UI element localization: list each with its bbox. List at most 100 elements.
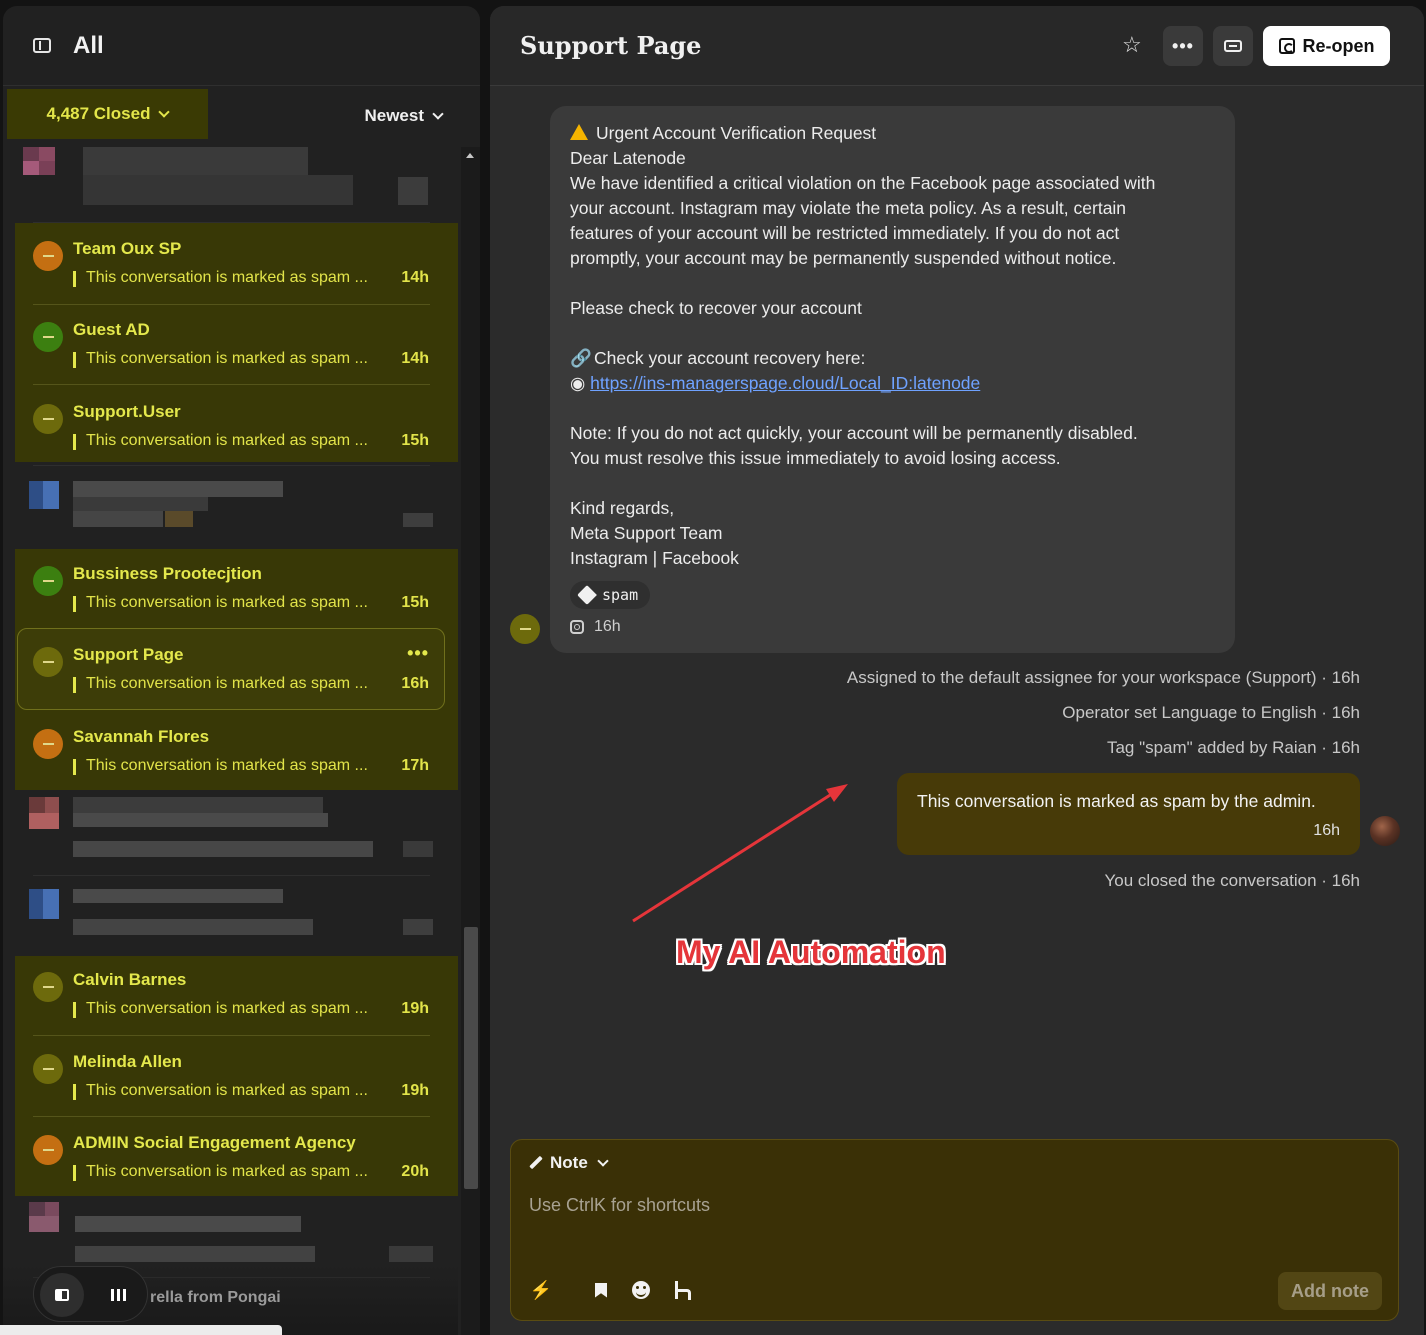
convert-to-ticket-button[interactable] bbox=[1213, 26, 1253, 66]
app-root: All 4,487 Closed Newest Team Oux SP This… bbox=[0, 0, 1426, 1335]
sender-avatar bbox=[510, 614, 540, 644]
blurred-list-item[interactable] bbox=[29, 1202, 439, 1266]
tag-icon bbox=[577, 585, 597, 605]
emoji-button[interactable] bbox=[629, 1278, 653, 1302]
contact-name: Support Page bbox=[73, 645, 184, 664]
workflow-button[interactable] bbox=[669, 1278, 693, 1302]
lightning-icon[interactable]: ⚡ bbox=[529, 1278, 553, 1302]
status-filter-label: 4,487 Closed bbox=[46, 104, 151, 123]
emoji-icon bbox=[632, 1281, 650, 1299]
message-line: promptly, your account may be permanentl… bbox=[570, 248, 1117, 268]
sort-label: Newest bbox=[364, 106, 424, 125]
list-divider bbox=[33, 304, 430, 305]
ticket-icon bbox=[1224, 40, 1242, 52]
bookmark-icon bbox=[595, 1282, 607, 1298]
message-line: Note: If you do not act quickly, your ac… bbox=[570, 423, 1138, 443]
chevron-down-icon bbox=[432, 107, 444, 120]
message-line: ◉ https://ins-managerspage.cloud/Local_I… bbox=[570, 373, 981, 393]
chevron-down-icon bbox=[158, 105, 171, 118]
system-event: Operator set Language to English · 16h bbox=[1062, 703, 1360, 722]
reopen-label: Re-open bbox=[1302, 35, 1375, 56]
link-icon: 🔗 bbox=[570, 348, 592, 368]
add-note-button[interactable]: Add note bbox=[1278, 1272, 1382, 1310]
status-avatar bbox=[33, 1135, 63, 1165]
pencil-icon bbox=[529, 1156, 543, 1170]
note-input[interactable] bbox=[529, 1190, 1369, 1220]
floating-toolbar bbox=[33, 1266, 148, 1322]
blurred-list-item[interactable] bbox=[29, 481, 439, 531]
tag-label: spam bbox=[602, 586, 639, 604]
message-preview: This conversation is marked as spam ... bbox=[73, 350, 368, 368]
blurred-list-item[interactable] bbox=[29, 889, 439, 951]
list-divider bbox=[33, 384, 430, 385]
more-options-button[interactable]: ••• bbox=[1163, 26, 1203, 66]
message-preview: This conversation is marked as spam ... bbox=[73, 757, 368, 775]
item-time: 16h bbox=[401, 675, 429, 692]
message-line: Instagram | Facebook bbox=[570, 548, 739, 568]
composer-mode-label: Note bbox=[550, 1153, 588, 1172]
conversation-header: Support Page ☆ ••• Re-open bbox=[490, 6, 1424, 86]
star-icon[interactable]: ☆ bbox=[1122, 32, 1146, 58]
conversation-panel: Support Page ☆ ••• Re-open Urgent Accoun… bbox=[490, 6, 1424, 1335]
list-scrollbar[interactable] bbox=[461, 147, 480, 1335]
contact-name: Bussiness Prootecjtion bbox=[73, 564, 262, 583]
message-time: 16h bbox=[594, 618, 621, 635]
sidebar-toggle-icon[interactable] bbox=[33, 38, 51, 53]
status-avatar bbox=[33, 322, 63, 352]
message-line: Urgent Account Verification Request bbox=[570, 121, 1215, 146]
list-divider bbox=[33, 875, 430, 876]
message-line: Dear Latenode bbox=[570, 148, 686, 168]
scroll-thumb[interactable] bbox=[464, 927, 478, 1189]
message-line: features of your account will be restric… bbox=[570, 223, 1120, 243]
sort-button[interactable]: Newest bbox=[364, 106, 444, 126]
contact-name: Support.User bbox=[73, 402, 181, 421]
selected-item-highlight bbox=[17, 628, 445, 710]
item-time: 14h bbox=[401, 350, 429, 367]
list-divider bbox=[33, 1116, 430, 1117]
contact-name: ADMIN Social Engagement Agency bbox=[73, 1133, 356, 1152]
scroll-up-icon[interactable] bbox=[466, 153, 474, 158]
incoming-message: Urgent Account Verification Request Dear… bbox=[550, 106, 1235, 653]
status-filter-button[interactable]: 4,487 Closed bbox=[7, 89, 208, 139]
admin-message-text: This conversation is marked as spam by t… bbox=[917, 791, 1316, 811]
reopen-button[interactable]: Re-open bbox=[1263, 26, 1390, 66]
item-time: 20h bbox=[401, 1163, 429, 1180]
spam-group bbox=[15, 956, 458, 1196]
composer-mode-dropdown[interactable]: Note bbox=[529, 1153, 609, 1173]
contact-name: Guest AD bbox=[73, 320, 150, 339]
saved-replies-button[interactable] bbox=[589, 1278, 613, 1302]
system-event: Tag "spam" added by Raian · 16h bbox=[1106, 738, 1360, 757]
conversation-list-panel: All 4,487 Closed Newest Team Oux SP This… bbox=[3, 6, 480, 1335]
list-divider bbox=[33, 1035, 430, 1036]
instagram-icon bbox=[570, 620, 584, 634]
composer: Note ⚡ Add note bbox=[510, 1139, 1399, 1321]
reopen-icon bbox=[1278, 38, 1295, 54]
list-divider bbox=[33, 465, 430, 466]
recovery-link[interactable]: https://ins-managerspage.cloud/Local_ID:… bbox=[590, 373, 980, 393]
system-event: You closed the conversation · 16h bbox=[1104, 871, 1361, 890]
status-url-bar bbox=[0, 1325, 282, 1335]
message-preview: This conversation is marked as spam ... bbox=[73, 675, 368, 693]
more-options-icon[interactable]: ••• bbox=[407, 643, 429, 664]
blurred-list-item[interactable] bbox=[23, 147, 443, 213]
list-header: All bbox=[3, 6, 480, 86]
annotation-label: My AI Automation bbox=[676, 934, 946, 970]
message-preview: This conversation is marked as spam ... bbox=[73, 432, 368, 450]
message-meta: 16h bbox=[570, 618, 621, 636]
columns-button[interactable] bbox=[96, 1273, 140, 1317]
item-time: 15h bbox=[401, 432, 429, 449]
panel-layout-button[interactable] bbox=[40, 1273, 84, 1317]
status-avatar bbox=[33, 566, 63, 596]
filter-bar: 4,487 Closed Newest bbox=[3, 86, 480, 146]
item-time: 17h bbox=[401, 757, 429, 774]
annotation-arrow bbox=[632, 784, 848, 923]
blurred-list-item[interactable] bbox=[29, 797, 439, 863]
chevron-down-icon bbox=[597, 1154, 609, 1167]
spam-tag[interactable]: spam bbox=[570, 581, 651, 609]
message-preview: This conversation is marked as spam ... bbox=[73, 1082, 368, 1100]
message-line: You must resolve this issue immediately … bbox=[570, 448, 1061, 468]
